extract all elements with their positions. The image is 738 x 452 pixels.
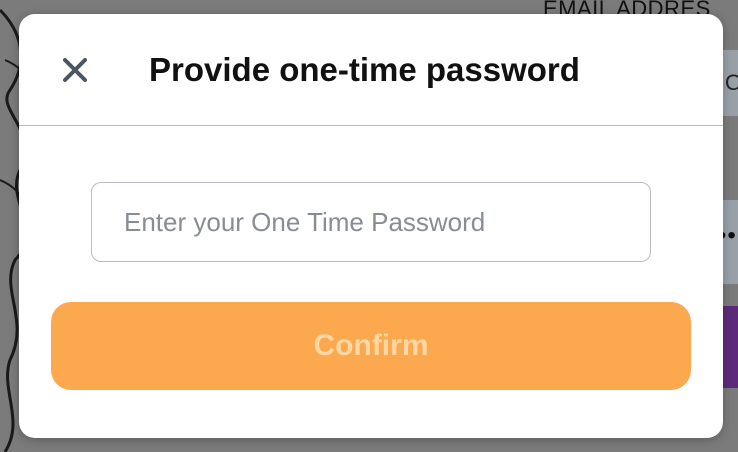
close-icon bbox=[63, 58, 87, 82]
background-input-text: O bbox=[725, 70, 738, 95]
modal-title: Provide one-time password bbox=[149, 51, 580, 88]
modal-header: Provide one-time password bbox=[19, 14, 723, 126]
close-button[interactable] bbox=[57, 52, 93, 88]
otp-modal: Provide one-time password Confirm bbox=[19, 14, 723, 438]
otp-input[interactable] bbox=[91, 182, 651, 262]
confirm-button[interactable]: Confirm bbox=[51, 302, 691, 390]
